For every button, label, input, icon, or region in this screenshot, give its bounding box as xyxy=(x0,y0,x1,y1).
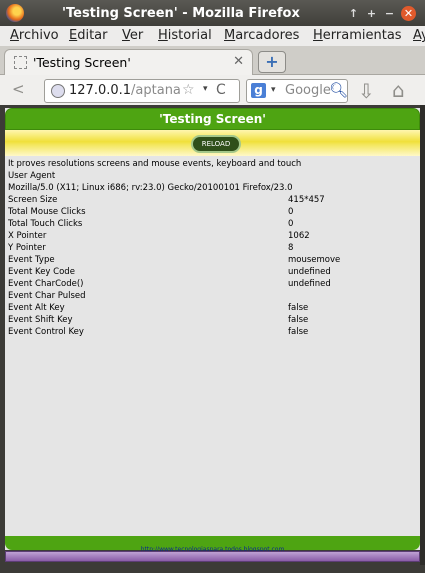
info-key: Total Touch Clicks xyxy=(8,219,83,229)
page-title: 'Testing Screen' xyxy=(5,108,420,130)
info-row: Total Touch Clicks 0 xyxy=(8,218,418,230)
bottom-scrollbar[interactable] xyxy=(5,551,420,562)
tab-close-icon[interactable]: ✕ xyxy=(233,54,244,69)
info-row: Event Type mousemove xyxy=(8,254,418,266)
user-agent-label-row: User Agent xyxy=(8,170,418,182)
home-icon[interactable]: ⌂ xyxy=(392,78,405,102)
info-key: Event Alt Key xyxy=(8,303,65,313)
info-row: Event Char Pulsed xyxy=(8,290,418,302)
info-row: Event CharCode() undefined xyxy=(8,278,418,290)
info-row: X Pointer 1062 xyxy=(8,230,418,242)
url-host: 127.0.0.1 xyxy=(69,83,132,98)
window-close-button[interactable]: ✕ xyxy=(401,6,416,21)
reload-icon[interactable]: C xyxy=(216,82,226,98)
bookmark-star-icon[interactable]: ☆ xyxy=(182,82,195,98)
info-row: Y Pointer 8 xyxy=(8,242,418,254)
search-engine-dropdown-icon[interactable]: ▾ xyxy=(271,85,276,95)
info-value: 0 xyxy=(288,207,294,217)
menu-bar: Archivo Editar Ver Historial Marcadores … xyxy=(0,26,425,46)
download-icon[interactable]: ⇩ xyxy=(358,79,375,103)
info-value: 1062 xyxy=(288,231,310,241)
url-history-dropdown-icon[interactable]: ▾ xyxy=(203,84,208,94)
user-agent-label: User Agent xyxy=(8,171,56,181)
window-up-button[interactable]: ↑ xyxy=(346,6,361,21)
info-key: Event Key Code xyxy=(8,267,75,277)
reload-band: RELOAD xyxy=(5,130,420,156)
info-key: X Pointer xyxy=(8,231,47,241)
info-key: Event Shift Key xyxy=(8,315,73,325)
info-row: Total Mouse Clicks 0 xyxy=(8,206,418,218)
info-value: 8 xyxy=(288,243,294,253)
menu-historial[interactable]: Historial xyxy=(158,28,212,43)
info-key: Y Pointer xyxy=(8,243,46,253)
navigation-bar: < 127.0.0.1/aptana ☆ ▾ C g ▾ Google 🔍︎ ⇩… xyxy=(0,75,425,105)
menu-editar[interactable]: Editar xyxy=(69,28,108,43)
magnifier-icon[interactable]: 🔍︎ xyxy=(329,81,348,99)
info-row: Screen Size 415*457 xyxy=(8,194,418,206)
info-row: Event Control Key false xyxy=(8,326,418,338)
window-edge xyxy=(420,105,425,565)
info-key: Event CharCode() xyxy=(8,279,84,289)
window-maximize-button[interactable]: + xyxy=(364,6,379,21)
page-footer: http://www.tecnologiaspara.todos.blogspo… xyxy=(5,536,420,553)
description-row: It proves resolutions screens and mouse … xyxy=(8,158,418,170)
menu-ver[interactable]: Ver xyxy=(122,28,143,43)
search-input[interactable]: Google xyxy=(285,83,331,98)
info-key: Event Char Pulsed xyxy=(8,291,86,301)
info-value: 415*457 xyxy=(288,195,325,205)
user-agent-value: Mozilla/5.0 (X11; Linux i686; rv:23.0) G… xyxy=(8,183,293,193)
info-key: Screen Size xyxy=(8,195,58,205)
menu-ayuda[interactable]: Ay xyxy=(413,28,425,43)
page-favicon-icon xyxy=(14,56,27,69)
description-text: It proves resolutions screens and mouse … xyxy=(8,159,302,169)
reload-button[interactable]: RELOAD xyxy=(191,135,241,153)
search-bar[interactable]: g ▾ Google 🔍︎ xyxy=(246,79,348,103)
window-minimize-button[interactable]: − xyxy=(382,6,397,21)
menu-archivo[interactable]: Archivo xyxy=(10,28,59,43)
info-value: 0 xyxy=(288,219,294,229)
info-row: Event Alt Key false xyxy=(8,302,418,314)
info-value: undefined xyxy=(288,279,331,289)
info-panel: It proves resolutions screens and mouse … xyxy=(8,158,418,338)
tab-testing-screen[interactable]: 'Testing Screen' ✕ xyxy=(4,49,253,75)
info-row: Event Key Code undefined xyxy=(8,266,418,278)
new-tab-button[interactable]: + xyxy=(258,51,286,73)
firefox-logo-icon xyxy=(6,4,24,22)
url-text[interactable]: 127.0.0.1/aptana xyxy=(69,83,181,98)
info-value: mousemove xyxy=(288,255,341,265)
page-content: 'Testing Screen' RELOAD It proves resolu… xyxy=(5,108,420,553)
user-agent-row: Mozilla/5.0 (X11; Linux i686; rv:23.0) G… xyxy=(8,182,418,194)
info-key: Total Mouse Clicks xyxy=(8,207,86,217)
info-value: false xyxy=(288,327,309,337)
window-titlebar: 'Testing Screen' - Mozilla Firefox ↑ + −… xyxy=(0,0,425,26)
tab-label: 'Testing Screen' xyxy=(33,55,131,70)
menu-herramientas[interactable]: Herramientas xyxy=(313,28,402,43)
info-value: undefined xyxy=(288,267,331,277)
info-row: Event Shift Key false xyxy=(8,314,418,326)
site-identity-icon[interactable] xyxy=(51,84,65,98)
info-key: Event Control Key xyxy=(8,327,84,337)
info-value: false xyxy=(288,315,309,325)
info-key: Event Type xyxy=(8,255,55,265)
menu-marcadores[interactable]: Marcadores xyxy=(224,28,299,43)
info-value: false xyxy=(288,303,309,313)
back-icon[interactable]: < xyxy=(12,80,25,98)
window-title: 'Testing Screen' - Mozilla Firefox xyxy=(62,6,300,21)
url-bar[interactable]: 127.0.0.1/aptana ☆ ▾ C xyxy=(44,79,240,103)
tab-strip: 'Testing Screen' ✕ + xyxy=(0,46,425,75)
google-engine-icon[interactable]: g xyxy=(251,83,266,98)
url-path: /aptana xyxy=(131,83,181,98)
